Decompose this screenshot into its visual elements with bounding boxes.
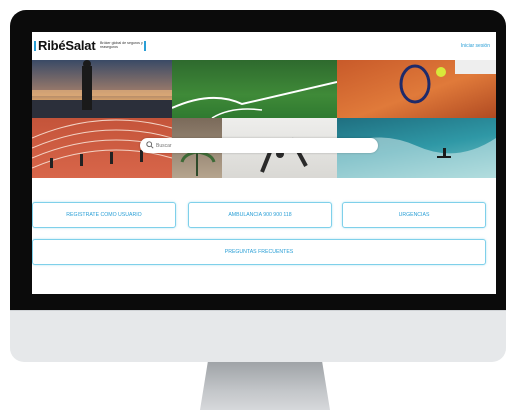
logo-tagline: Bróker global de seguros y reaseguros	[100, 41, 143, 50]
tennis-racket-icon	[399, 60, 496, 104]
photo-beach-sunset	[32, 60, 172, 118]
monitor-chin	[10, 310, 506, 362]
site-header: RibéSalat Bróker global de seguros y rea…	[32, 32, 496, 60]
register-user-button[interactable]: REGISTRATE COMO USUARIO	[32, 202, 176, 228]
logo-bar-left-icon	[34, 41, 36, 51]
photo-tennis	[337, 60, 496, 118]
search-bar[interactable]	[140, 138, 378, 153]
faq-button[interactable]: PREGUNTAS FRECUENTES	[32, 239, 486, 265]
emergencies-button[interactable]: URGENCIAS	[342, 202, 486, 228]
beach-silhouette-icon	[32, 60, 172, 118]
desktop-monitor-mockup: RibéSalat Bróker global de seguros y rea…	[0, 0, 508, 411]
search-icon	[146, 141, 154, 149]
ambulance-phone-button[interactable]: AMBULANCIA 900 900 118	[188, 202, 332, 228]
photo-football-pitch	[172, 60, 337, 118]
website-screen: RibéSalat Bróker global de seguros y rea…	[32, 32, 496, 294]
login-link[interactable]: Iniciar sesión	[461, 43, 490, 49]
pitch-lines-icon	[172, 81, 337, 118]
logo-bar-right-icon	[144, 41, 146, 51]
site-logo[interactable]: RibéSalat	[38, 38, 96, 53]
hero-photo-mosaic	[32, 60, 496, 178]
search-input[interactable]	[156, 141, 366, 150]
monitor-stand	[200, 362, 330, 410]
